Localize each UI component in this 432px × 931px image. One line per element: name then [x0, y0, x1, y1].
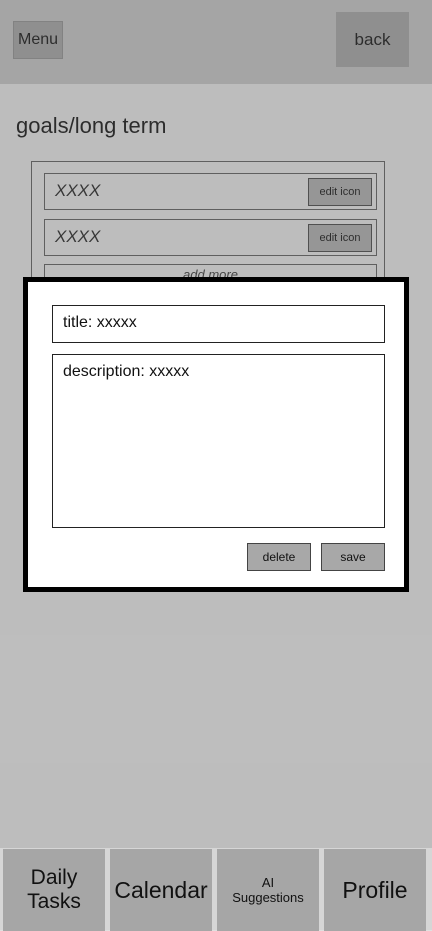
- nav-calendar[interactable]: Calendar: [110, 849, 212, 931]
- nav-ai-suggestions-label: AI Suggestions: [232, 875, 304, 905]
- nav-calendar-label: Calendar: [114, 876, 208, 903]
- save-button[interactable]: save: [321, 543, 385, 571]
- nav-profile[interactable]: Profile: [324, 849, 426, 931]
- delete-button[interactable]: delete: [247, 543, 311, 571]
- bottom-nav: Daily Tasks Calendar AI Suggestions Prof…: [0, 848, 432, 931]
- title-field[interactable]: title: xxxxx: [52, 305, 385, 343]
- nav-daily-tasks[interactable]: Daily Tasks: [3, 849, 105, 931]
- nav-daily-tasks-label: Daily Tasks: [27, 866, 81, 913]
- nav-profile-label: Profile: [342, 876, 408, 903]
- nav-ai-suggestions[interactable]: AI Suggestions: [217, 849, 319, 931]
- edit-goal-modal: title: xxxxx description: xxxxx delete s…: [23, 277, 409, 592]
- description-field[interactable]: description: xxxxx: [52, 354, 385, 528]
